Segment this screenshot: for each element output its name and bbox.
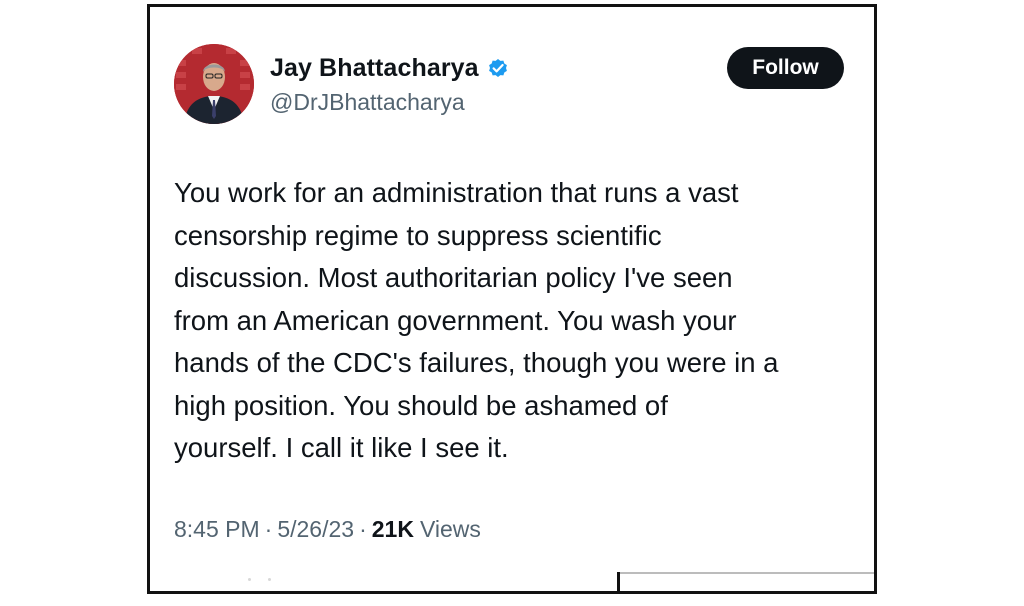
meta-separator: ·	[359, 516, 367, 542]
author-display-name[interactable]: Jay Bhattacharya	[270, 54, 479, 83]
author-info: Jay Bhattacharya @DrJBhattacharya	[270, 51, 510, 116]
meta-separator: ·	[264, 516, 273, 542]
author-handle[interactable]: @DrJBhattacharya	[270, 89, 510, 116]
verified-badge-icon	[486, 56, 510, 80]
frame-notch	[617, 572, 620, 594]
tweet-text: You work for an administration that runs…	[174, 177, 779, 463]
faint-dot	[248, 578, 251, 581]
tweet-time[interactable]: 8:45 PM	[174, 516, 260, 543]
views-label: Views	[419, 516, 481, 542]
views-count[interactable]: 21K	[372, 516, 414, 543]
author-name-row: Jay Bhattacharya	[270, 51, 510, 85]
faint-dot	[268, 578, 271, 581]
profile-photo-icon	[174, 44, 254, 124]
author-avatar[interactable]	[174, 44, 254, 124]
tweet-card: Jay Bhattacharya @DrJBhattacharya Follow…	[150, 7, 874, 591]
tweet-meta: 8:45 PM · 5/26/23 · 21K Views	[174, 516, 481, 543]
frame-shadow-line	[620, 572, 874, 574]
screenshot-frame: Jay Bhattacharya @DrJBhattacharya Follow…	[147, 4, 877, 594]
tweet-date[interactable]: 5/26/23	[277, 516, 354, 543]
follow-button[interactable]: Follow	[727, 47, 844, 89]
